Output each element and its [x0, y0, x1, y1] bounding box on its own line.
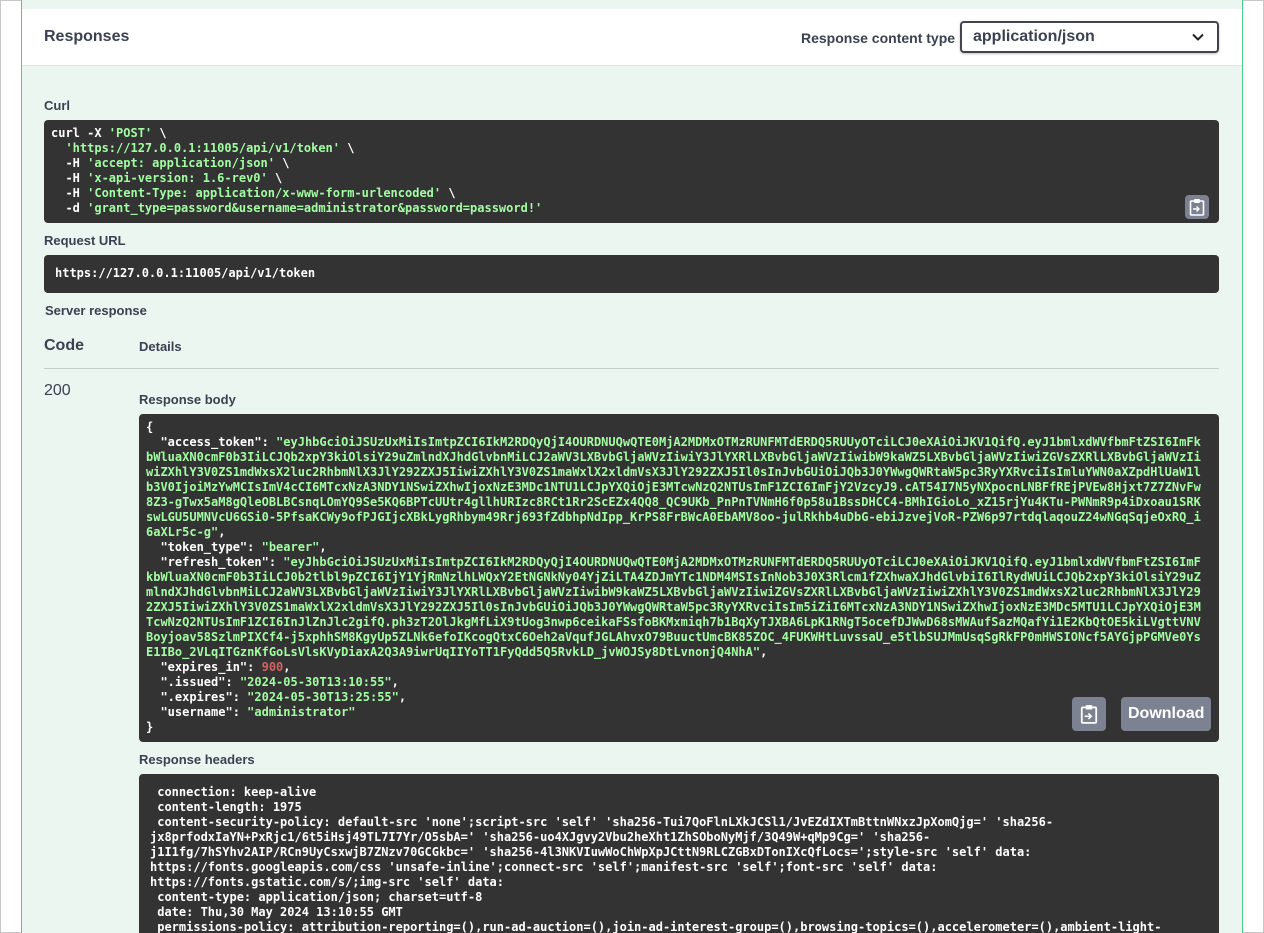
json-username: "username": "administrator" [160, 705, 356, 719]
json-issued: ".issued": "2024-05-30T13:10:55", [160, 675, 399, 689]
code-column-header: Code [44, 337, 84, 354]
json-close-brace: } [146, 720, 154, 734]
json-expires: ".expires": "2024-05-30T13:25:55", [160, 690, 407, 704]
content-type-label: Response content type [801, 30, 956, 46]
curl-string: 'x-api-version: 1.6-rev0' [87, 171, 268, 185]
content-type-select[interactable]: application/json [960, 21, 1219, 53]
curl-line: -d 'grant_type=password&username=adminis… [51, 201, 543, 215]
curl-line: -H 'Content-Type: application/x-www-form… [51, 186, 456, 200]
server-response-label: Server response [45, 303, 147, 318]
header-line: jx8prfodxIaYN+PxRjc1/6t5iHsj49TL7I7Yr/O5… [150, 830, 931, 844]
json-open-brace: { [146, 420, 154, 434]
curl-line: -H 'x-api-version: 1.6-rev0' \ [51, 171, 283, 185]
clipboard-icon [1080, 705, 1098, 724]
curl-line: curl -X 'POST' \ [51, 126, 167, 140]
header-line: content-security-policy: default-src 'no… [150, 815, 1054, 829]
copy-response-button[interactable] [1072, 697, 1106, 731]
request-url-value: https://127.0.0.1:11005/api/v1/token [55, 266, 316, 280]
clipboard-icon [1189, 199, 1205, 216]
header-line: https://fonts.gstatic.com/s/;img-src 'se… [150, 875, 505, 889]
chevron-down-icon [1192, 33, 1204, 41]
response-code: 200 [44, 382, 71, 399]
response-body-block[interactable]: { "access_token": "eyJhbGciOiJSUzUxMiIsI… [139, 414, 1219, 742]
json-expires-in: "expires_in": 900, [160, 660, 291, 674]
details-column-header: Details [139, 339, 182, 354]
request-url-label: Request URL [44, 233, 126, 248]
json-access-token: "access_token": "eyJhbGciOiJSUzUxMiIsImt… [146, 435, 1201, 539]
curl-line: 'https://127.0.0.1:11005/api/v1/token' \ [65, 141, 355, 155]
responses-header: Responses Response content type applicat… [22, 9, 1242, 66]
responses-panel: Responses Response content type applicat… [21, 0, 1243, 933]
curl-string: 'grant_type=password&username=administra… [87, 201, 543, 215]
content-type-value: application/json [973, 28, 1095, 45]
curl-line: -H 'accept: application/json' \ [51, 156, 290, 170]
response-headers-text: connection: keep-alive content-length: 1… [150, 785, 1161, 933]
response-headers-block[interactable]: connection: keep-alive content-length: 1… [139, 774, 1219, 933]
curl-string: 'accept: application/json' [87, 156, 275, 170]
curl-string: 'Content-Type: application/x-www-form-ur… [87, 186, 442, 200]
response-body-json: { "access_token": "eyJhbGciOiJSUzUxMiIsI… [146, 420, 1208, 735]
response-body-label: Response body [139, 392, 236, 407]
copy-curl-button[interactable] [1185, 195, 1209, 219]
request-url-block[interactable]: https://127.0.0.1:11005/api/v1/token [44, 255, 1219, 293]
table-divider [44, 368, 1219, 369]
json-token-type: "token_type": "bearer", [160, 540, 327, 554]
header-line: content-type: application/json; charset=… [150, 890, 483, 904]
header-line: j1I1fg/7hSYhv2AIP/RCn9UyCsxwjB7ZNzv70GCG… [150, 845, 1032, 859]
header-line: connection: keep-alive [150, 785, 317, 799]
curl-block[interactable]: curl -X 'POST' \ 'https://127.0.0.1:1100… [44, 120, 1219, 223]
header-line: permissions-policy: attribution-reportin… [150, 920, 1162, 933]
curl-string: 'POST' [108, 126, 153, 140]
json-refresh-token: "refresh_token": "eyJhbGciOiJSUzUxMiIsIm… [146, 555, 1201, 659]
responses-title: Responses [44, 28, 130, 45]
header-line: https://fonts.googleapis.com/css 'unsafe… [150, 860, 938, 874]
header-line: date: Thu,30 May 2024 13:10:55 GMT [150, 905, 403, 919]
curl-string: 'https://127.0.0.1:11005/api/v1/token' [65, 141, 340, 155]
response-headers-label: Response headers [139, 752, 255, 767]
header-line: content-length: 1975 [150, 800, 302, 814]
curl-label: Curl [44, 98, 70, 113]
curl-command: curl -X 'POST' \ 'https://127.0.0.1:1100… [51, 126, 542, 216]
download-button[interactable]: Download [1121, 697, 1212, 731]
